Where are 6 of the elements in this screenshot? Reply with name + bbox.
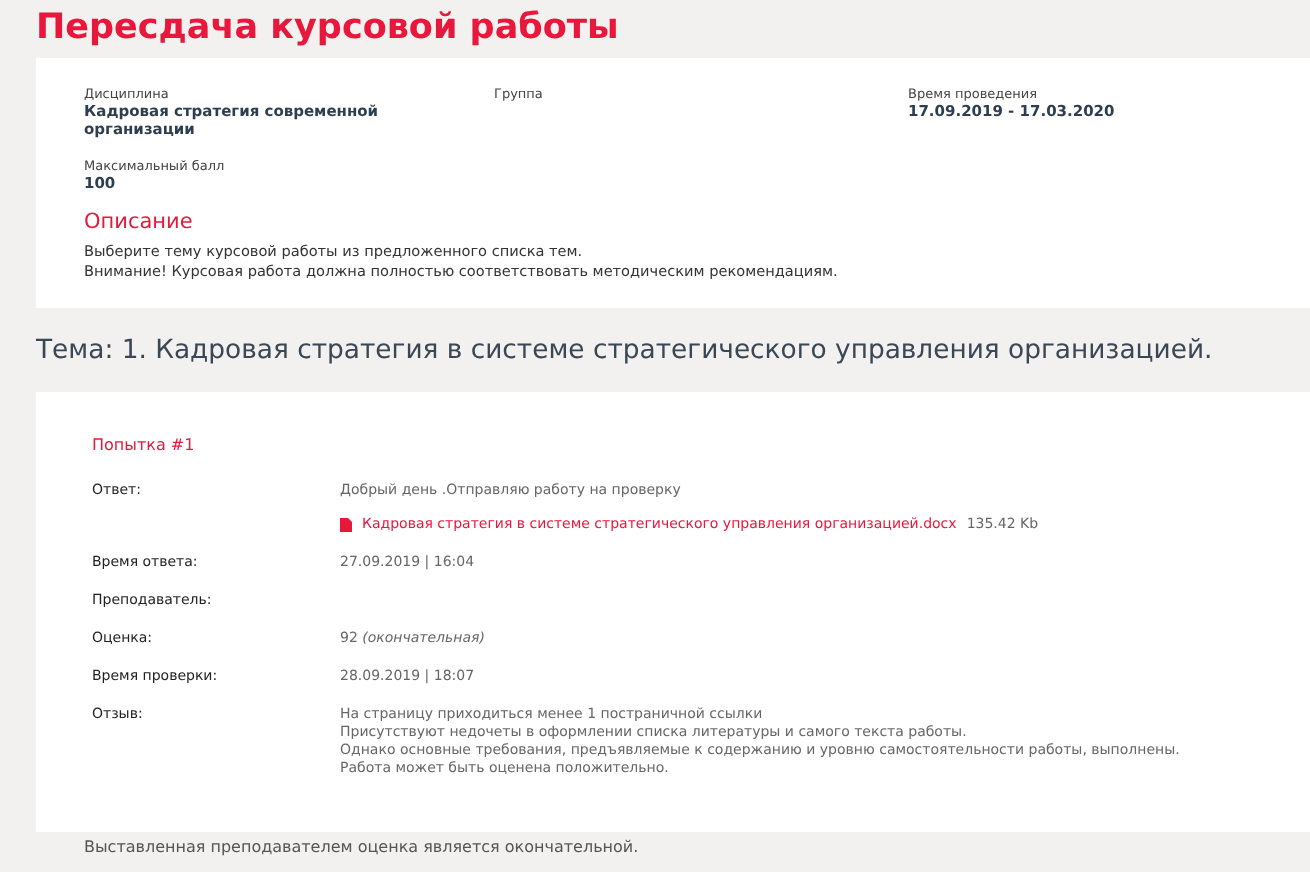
document-icon <box>340 518 352 532</box>
topic-heading: Тема: 1. Кадровая стратегия в системе стратегического управления организацией. <box>36 334 1215 368</box>
final-grade-note: Выставленная преподавателем оценка является окончательной. <box>84 838 639 856</box>
page-title: Пересдача курсовой работы <box>36 8 619 48</box>
attempt-title: Попытка #1 <box>92 436 195 454</box>
section-heading: Описание <box>84 210 193 234</box>
